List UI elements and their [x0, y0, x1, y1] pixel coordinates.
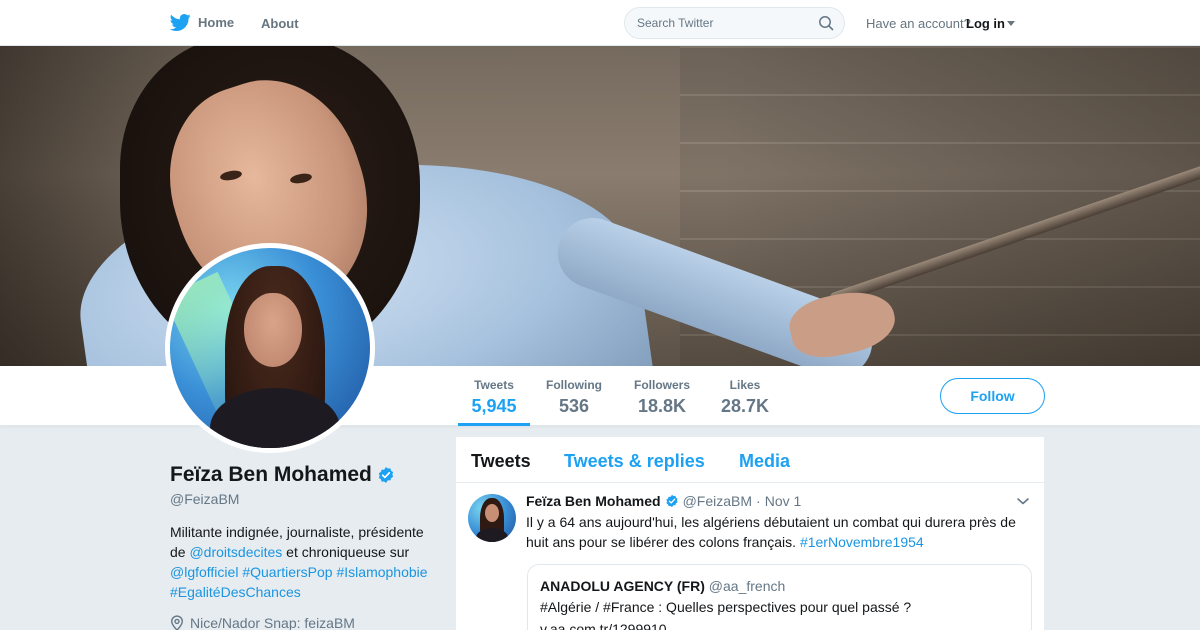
stat-value: 536 — [558, 396, 590, 416]
tweet[interactable]: Feïza Ben Mohamed @FeizaBM · Nov 1 Il y … — [456, 484, 1044, 630]
tweet-separator: · — [756, 493, 761, 509]
caret-down-icon — [1007, 21, 1015, 26]
nav-home-label: Home — [198, 15, 235, 30]
location-text: Nice/Nador Snap: feizaBM — [190, 615, 355, 630]
tweet-text: Il y a 64 ans aujourd'hui, les algériens… — [526, 512, 1026, 552]
verified-badge-icon — [666, 494, 678, 508]
bio-mention-link[interactable]: @droitsdecites — [189, 544, 282, 560]
stat-value: 28.7K — [720, 396, 770, 416]
bio-hashtag-link[interactable]: #EgalitéDesChances — [170, 584, 301, 600]
tab-tweets-and-replies[interactable]: Tweets & replies — [564, 451, 705, 471]
stat-label: Likes — [729, 378, 761, 392]
profile-bio: Militante indignée, journaliste, préside… — [170, 522, 440, 602]
bio-mention-link[interactable]: @lgfofficiel — [170, 564, 238, 580]
stat-followers[interactable]: Followers 18.8K — [626, 366, 698, 426]
stat-label: Followers — [633, 378, 690, 392]
quoted-tweet-text: #Algérie / #France : Quelles perspective… — [540, 599, 912, 615]
quoted-tweet[interactable]: ANADOLU AGENCY (FR) @aa_french #Algérie … — [527, 564, 1032, 630]
tab-media[interactable]: Media — [739, 451, 790, 471]
tweet-avatar-face — [485, 504, 499, 522]
tweet-body: Il y a 64 ans aujourd'hui, les algériens… — [526, 514, 1016, 550]
timeline: Tweets Tweets & replies Media Feïza Ben … — [456, 437, 1044, 630]
stat-label: Following — [546, 378, 602, 392]
verified-badge-icon — [378, 467, 393, 483]
quoted-tweet-link: v.aa.com.tr/1299910 — [540, 621, 667, 630]
profile-location: Nice/Nador Snap: feizaBM — [170, 614, 440, 630]
search-box — [624, 7, 845, 39]
top-navigation-bar: Home About Have an account? Log in — [0, 0, 1200, 46]
nav-home-link[interactable]: Home — [170, 12, 234, 33]
stat-tweets[interactable]: Tweets 5,945 — [458, 366, 530, 426]
tweet-avatar[interactable] — [468, 494, 516, 542]
twitter-bird-icon — [170, 14, 191, 31]
quoted-tweet-header: ANADOLU AGENCY (FR) @aa_french — [540, 577, 1019, 595]
bio-hashtag-link[interactable]: #Islamophobie — [337, 564, 428, 580]
account-prompt: Have an account? — [866, 16, 971, 31]
tweet-timestamp[interactable]: Nov 1 — [765, 492, 802, 510]
stat-value: 5,945 — [471, 396, 517, 416]
stat-likes[interactable]: Likes 28.7K — [710, 366, 780, 426]
bio-hashtag-link[interactable]: #QuartiersPop — [242, 564, 332, 580]
search-icon[interactable] — [818, 15, 834, 31]
location-pin-icon — [170, 615, 184, 630]
profile-name[interactable]: Feïza Ben Mohamed — [170, 462, 372, 488]
profile-name-row: Feïza Ben Mohamed — [170, 462, 440, 488]
profile-card: Feïza Ben Mohamed @FeizaBM Militante ind… — [170, 462, 440, 630]
quoted-author-handle: @aa_french — [708, 578, 786, 594]
login-label: Log in — [966, 16, 1005, 31]
tweet-header: Feïza Ben Mohamed @FeizaBM · Nov 1 — [526, 492, 801, 510]
stat-label: Tweets — [474, 378, 514, 392]
tweet-author-name[interactable]: Feïza Ben Mohamed — [526, 492, 661, 510]
tweet-author-handle[interactable]: @FeizaBM — [683, 492, 752, 510]
stat-value: 18.8K — [637, 396, 687, 416]
avatar-face — [244, 293, 302, 367]
tweet-avatar-body — [476, 528, 508, 542]
stat-following[interactable]: Following 536 — [538, 366, 610, 426]
profile-handle[interactable]: @FeizaBM — [170, 490, 440, 508]
bio-text: et chroniqueuse sur — [282, 544, 410, 560]
avatar-photo — [170, 248, 370, 448]
timeline-tabs: Tweets Tweets & replies Media — [456, 437, 1044, 483]
search-input[interactable] — [625, 8, 815, 38]
nav-about-link[interactable]: About — [261, 16, 299, 31]
follow-button[interactable]: Follow — [940, 378, 1045, 414]
quoted-author-name: ANADOLU AGENCY (FR) — [540, 578, 705, 594]
chevron-down-icon[interactable] — [1016, 496, 1030, 506]
tweet-hashtag-link[interactable]: #1erNovembre1954 — [800, 534, 924, 550]
tab-tweets[interactable]: Tweets — [471, 451, 531, 471]
profile-avatar[interactable] — [165, 243, 375, 453]
login-dropdown[interactable]: Log in — [966, 16, 1015, 31]
